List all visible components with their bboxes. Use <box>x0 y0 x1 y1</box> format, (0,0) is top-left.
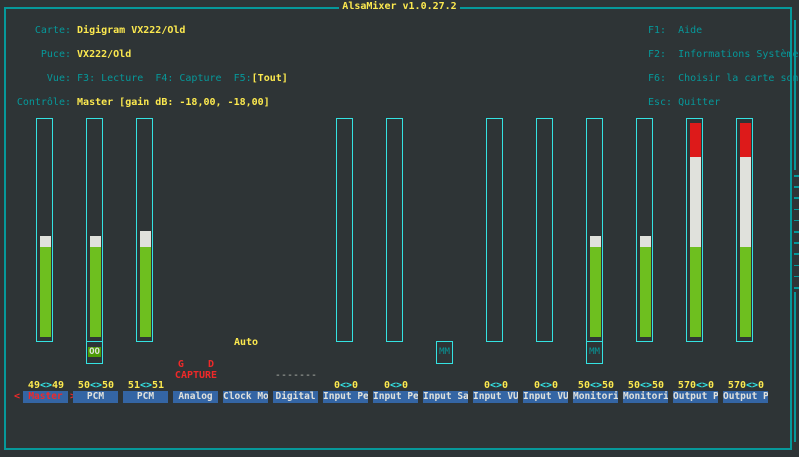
level-red <box>689 123 701 157</box>
scroll-tick <box>794 197 799 199</box>
volume-fader[interactable] <box>486 118 503 342</box>
mute-switch[interactable]: MM <box>586 341 603 364</box>
volume-fader[interactable] <box>686 118 703 342</box>
scrollbar-track[interactable] <box>794 292 796 442</box>
volume-fader[interactable] <box>736 118 753 342</box>
level-white <box>689 157 701 247</box>
level-white <box>39 236 51 247</box>
control-name[interactable]: Input Pe <box>323 391 368 403</box>
level-red <box>739 123 751 157</box>
volume-fader[interactable] <box>86 118 103 342</box>
control-name[interactable]: Analog <box>173 391 218 403</box>
level-white <box>739 157 751 247</box>
control-analog[interactable]: G D CAPTURE Analog <box>163 0 218 457</box>
control-name[interactable]: Input VU <box>473 391 518 403</box>
scroll-tick <box>794 186 799 188</box>
level-green <box>589 247 601 337</box>
mute-switch[interactable]: OO <box>86 341 103 364</box>
level-green <box>89 247 101 337</box>
mute-switch[interactable]: MM <box>436 341 453 364</box>
scroll-tick <box>794 253 799 255</box>
control-input-pe[interactable]: 0<>0 Input Pe <box>363 0 418 457</box>
control-output-p[interactable]: 570<>0 Output P <box>713 0 768 457</box>
level-green <box>689 247 701 337</box>
control-name[interactable]: Input Pe <box>373 391 418 403</box>
level-green <box>739 247 751 337</box>
control-master[interactable]: 49<>49Master<> <box>13 0 76 457</box>
control-monitori[interactable]: MM 50<>50 Monitori <box>563 0 618 457</box>
control-digital[interactable]: ------- Digital <box>263 0 318 457</box>
control-input-vu[interactable]: 0<>0 Input VU <box>463 0 518 457</box>
control-name[interactable]: Monitori <box>573 391 618 403</box>
volume-fader[interactable] <box>136 118 153 342</box>
control-pcm[interactable]: 51<>51 PCM <box>113 0 168 457</box>
control-name[interactable]: Monitori <box>623 391 668 403</box>
control-name[interactable]: Master <box>23 391 68 403</box>
scroll-tick <box>794 219 799 222</box>
control-name[interactable]: Input VU <box>523 391 568 403</box>
selection-left-arrow: < <box>14 391 21 402</box>
volume-fader[interactable] <box>36 118 53 342</box>
level-white <box>589 236 601 247</box>
control-name[interactable]: Output P <box>723 391 768 403</box>
volume-fader[interactable] <box>536 118 553 342</box>
level-green <box>39 247 51 337</box>
scroll-tick <box>794 231 799 233</box>
volume-fader[interactable] <box>386 118 403 342</box>
control-name[interactable]: PCM <box>123 391 168 403</box>
control-name[interactable]: Clock Mo <box>223 391 268 403</box>
control-output-p[interactable]: 570<>0 Output P <box>663 0 718 457</box>
control-input-vu[interactable]: 0<>0 Input VU <box>513 0 568 457</box>
scroll-tick <box>794 175 799 177</box>
control-name[interactable]: PCM <box>73 391 118 403</box>
control-name[interactable]: Input Sa <box>423 391 468 403</box>
level-white <box>639 236 651 247</box>
volume-fader[interactable] <box>586 118 603 342</box>
scroll-tick <box>794 242 799 244</box>
control-clock-mo[interactable]: Auto Clock Mo <box>213 0 268 457</box>
scroll-tick <box>794 287 799 289</box>
control-pcm[interactable]: OO 50<>50 PCM <box>63 0 118 457</box>
control-input-sa[interactable]: MM Input Sa <box>413 0 468 457</box>
level-white <box>139 230 151 247</box>
volume-fader[interactable] <box>636 118 653 342</box>
level-white <box>89 236 101 247</box>
control-monitori[interactable]: 50<>50 Monitori <box>613 0 668 457</box>
control-name[interactable]: Output P <box>673 391 718 403</box>
control-input-pe[interactable]: 0<>0 Input Pe <box>313 0 368 457</box>
level-green <box>639 247 651 337</box>
scroll-tick <box>794 275 799 278</box>
scroll-tick <box>794 264 799 267</box>
level-green <box>139 247 151 337</box>
scroll-tick <box>794 208 799 211</box>
volume-fader[interactable] <box>336 118 353 342</box>
scrollbar-track[interactable] <box>794 20 796 170</box>
control-name[interactable]: Digital <box>273 391 318 403</box>
